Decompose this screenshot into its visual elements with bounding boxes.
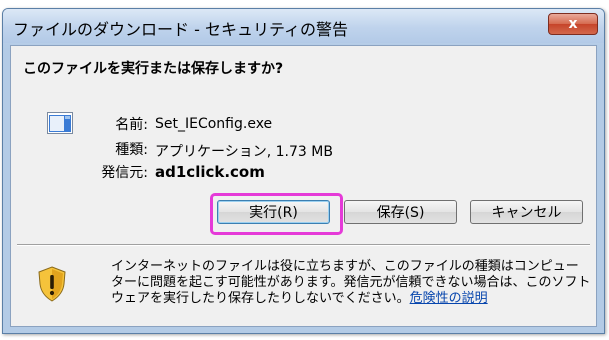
dialog-body: このファイルを実行または保存しますか? 名前: Set_IEConfig.exe… <box>10 45 597 327</box>
close-button[interactable]: x <box>548 13 598 35</box>
name-label: 名前: <box>115 117 148 133</box>
warning-message: インターネットのファイルは役に立ちますが、このファイルの種類はコンピューターに問… <box>111 259 591 306</box>
shield-warning-icon <box>38 266 66 302</box>
save-button[interactable]: 保存(S) <box>344 200 457 224</box>
risk-explanation-link[interactable]: 危険性の説明 <box>410 291 488 306</box>
dialog-question: このファイルを実行または保存しますか? <box>23 61 284 77</box>
warning-text: インターネットのファイルは役に立ちますが、このファイルの種類はコンピューターに問… <box>111 259 591 307</box>
publisher-value: ad1click.com <box>155 163 265 181</box>
run-button[interactable]: 実行(R) <box>217 200 330 224</box>
type-label: 種類: <box>115 142 148 158</box>
separator <box>17 244 590 246</box>
cancel-button[interactable]: キャンセル <box>470 200 583 224</box>
file-type-value: アプリケーション, 1.73 MB <box>155 144 333 160</box>
window-title: ファイルのダウンロード - セキュリティの警告 <box>13 20 348 39</box>
publisher-label: 発信元: <box>101 165 148 181</box>
title-bar[interactable]: ファイルのダウンロード - セキュリティの警告 x <box>3 9 604 43</box>
download-dialog-window: ファイルのダウンロード - セキュリティの警告 x このファイルを実行または保存… <box>2 8 605 334</box>
file-name-value: Set_IEConfig.exe <box>155 116 273 132</box>
